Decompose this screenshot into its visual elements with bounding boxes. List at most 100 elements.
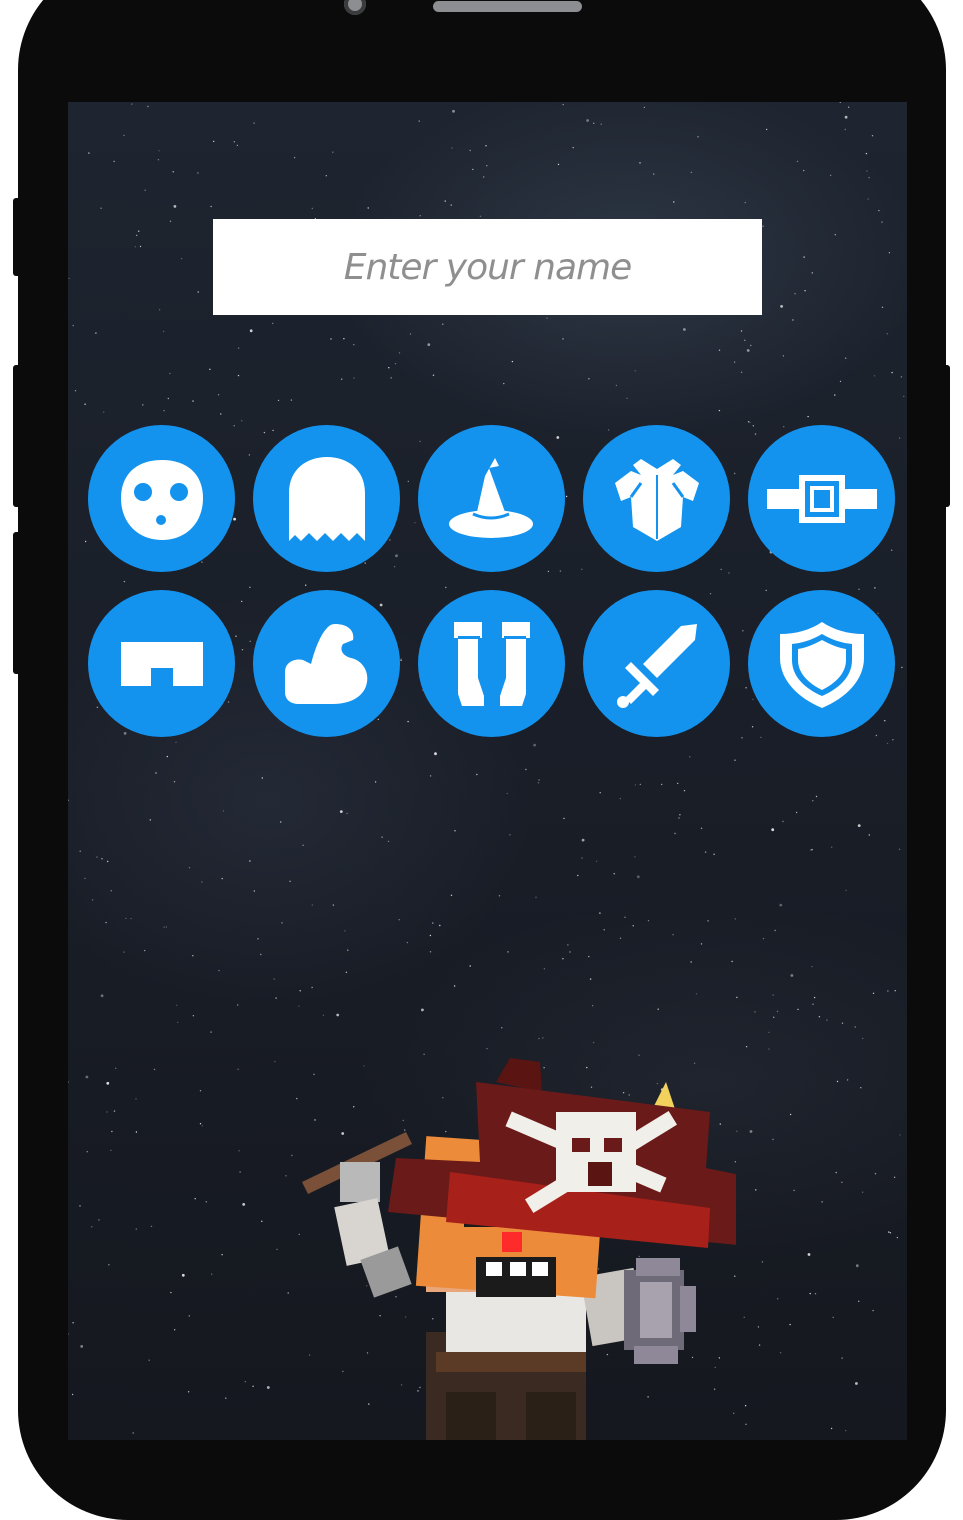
- star: [812, 800, 814, 802]
- front-camera: [344, 0, 366, 15]
- star: [210, 1031, 212, 1033]
- belt-slot-button[interactable]: [748, 425, 895, 572]
- star: [720, 568, 722, 571]
- character-left-arm: [302, 1132, 412, 1298]
- star: [728, 572, 730, 574]
- star: [744, 201, 746, 204]
- star: [110, 890, 112, 892]
- star: [807, 1253, 811, 1256]
- star: [780, 305, 783, 308]
- power-button: [942, 365, 950, 507]
- pirate-character: [302, 1058, 736, 1440]
- weapon-slot-button[interactable]: [583, 590, 730, 737]
- star: [395, 554, 398, 558]
- star: [115, 1067, 117, 1069]
- star: [844, 115, 848, 119]
- star: [149, 819, 151, 821]
- star: [389, 539, 391, 541]
- star: [624, 916, 626, 918]
- arms-slot-button[interactable]: [253, 590, 400, 737]
- volume-up-button: [13, 365, 21, 507]
- star: [834, 394, 836, 396]
- star: [103, 411, 105, 413]
- star: [305, 584, 307, 586]
- star: [188, 867, 191, 869]
- star: [136, 234, 138, 237]
- star: [71, 1393, 74, 1396]
- wizard-hat-icon: [448, 457, 533, 538]
- star: [677, 782, 679, 785]
- star: [80, 1345, 84, 1348]
- star: [506, 792, 508, 795]
- name-input[interactable]: [213, 219, 762, 315]
- hat-slot-button[interactable]: [418, 425, 565, 572]
- star: [887, 990, 889, 992]
- star: [797, 1008, 799, 1011]
- star: [792, 319, 794, 321]
- star: [809, 1292, 811, 1295]
- star: [409, 333, 412, 335]
- star: [166, 755, 168, 758]
- star: [272, 322, 274, 325]
- star: [249, 640, 251, 642]
- star: [572, 146, 574, 149]
- star: [238, 1150, 240, 1152]
- star: [418, 120, 420, 122]
- star: [841, 1357, 843, 1359]
- star: [113, 1110, 116, 1112]
- star: [857, 824, 861, 827]
- star: [131, 103, 133, 105]
- face-slot-button[interactable]: [88, 425, 235, 572]
- star: [266, 1386, 270, 1389]
- star: [241, 649, 244, 651]
- armor-slot-button[interactable]: [583, 425, 730, 572]
- star: [875, 734, 878, 737]
- star: [130, 917, 132, 920]
- star: [479, 215, 482, 217]
- star: [139, 245, 142, 248]
- star: [158, 150, 160, 152]
- star: [79, 1205, 81, 1207]
- star: [803, 169, 805, 172]
- star: [237, 1004, 239, 1006]
- star: [406, 941, 409, 944]
- silent-switch: [13, 198, 21, 276]
- star: [704, 851, 707, 853]
- star: [84, 403, 86, 405]
- star: [745, 687, 747, 689]
- star: [134, 246, 136, 248]
- star: [221, 1254, 223, 1256]
- star: [603, 929, 605, 931]
- star: [174, 1329, 176, 1331]
- star: [442, 323, 444, 325]
- star: [172, 171, 174, 173]
- star: [782, 355, 785, 357]
- star: [535, 896, 537, 898]
- star: [96, 856, 98, 858]
- pants-slot-button[interactable]: [88, 590, 235, 737]
- star: [847, 106, 850, 108]
- star: [588, 955, 590, 958]
- boots-slot-button[interactable]: [418, 590, 565, 737]
- star: [107, 860, 109, 863]
- star: [432, 922, 434, 924]
- belt-icon: [766, 474, 877, 523]
- star: [543, 968, 546, 970]
- star: [469, 149, 471, 152]
- star: [718, 409, 721, 412]
- star: [249, 860, 251, 862]
- hair-slot-button[interactable]: [253, 425, 400, 572]
- star: [311, 207, 313, 210]
- star: [893, 1176, 896, 1179]
- star: [829, 174, 832, 177]
- star: [862, 1037, 864, 1040]
- star: [485, 145, 487, 147]
- star: [841, 1181, 843, 1184]
- shield-slot-button[interactable]: [748, 590, 895, 737]
- star: [260, 953, 262, 956]
- star: [419, 440, 421, 443]
- star: [201, 561, 203, 563]
- star: [752, 425, 754, 427]
- star: [253, 890, 255, 892]
- star: [439, 924, 441, 927]
